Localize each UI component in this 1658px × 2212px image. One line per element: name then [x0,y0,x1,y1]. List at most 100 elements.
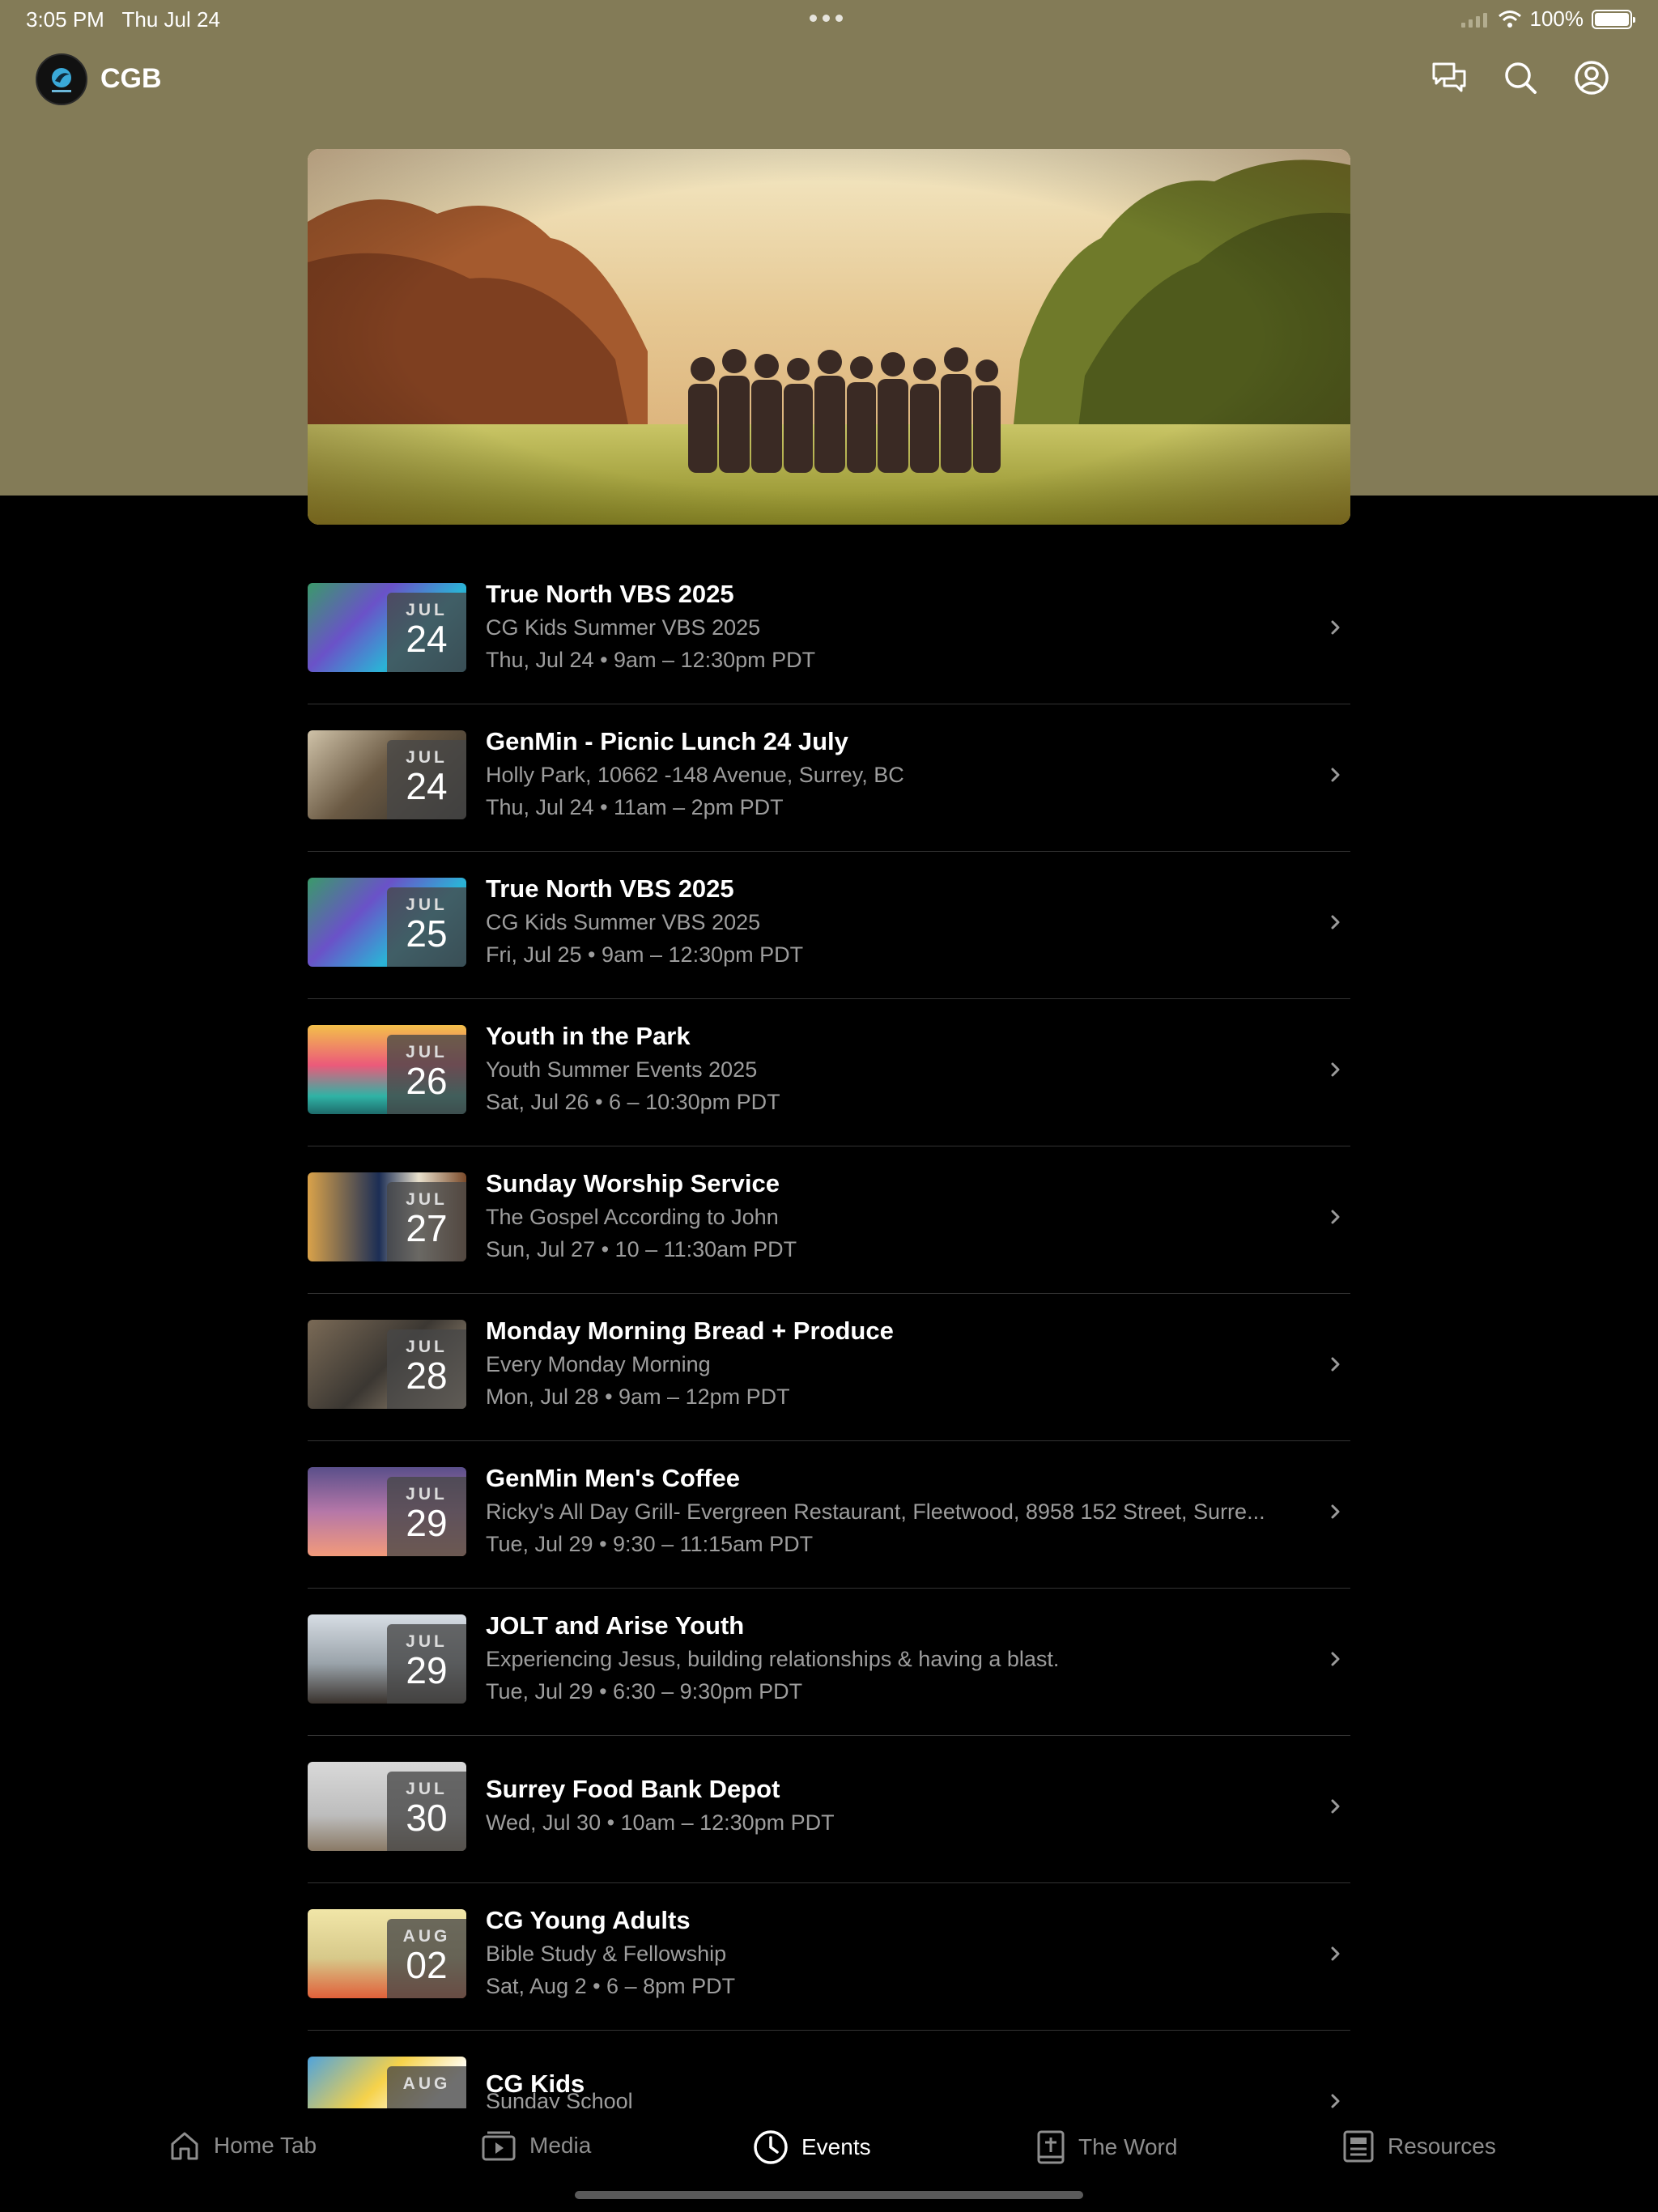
date-day: 24 [406,765,448,807]
profile-icon [1575,61,1609,95]
event-title: CG Young Adults [486,1906,691,1934]
event-thumbnail: JUL 29 [308,1614,466,1704]
event-time: Thu, Jul 24 • 9am – 12:30pm PDT [486,648,816,672]
event-thumbnail: JUL 29 [308,1467,466,1556]
event-subtitle: CG Kids Summer VBS 2025 [486,910,761,934]
tab-label: Home Tab [214,2133,317,2158]
event-time: Tue, Jul 29 • 9:30 – 11:15am PDT [486,1532,814,1556]
event-row[interactable]: JUL 24 True North VBS 2025 CG Kids Summer V… [308,557,1350,704]
event-row[interactable]: JUL 29 JOLT and Arise Youth Experiencing Je… [308,1589,1350,1736]
chat-icon [1432,62,1466,92]
event-time: Fri, Jul 25 • 9am – 12:30pm PDT [486,942,804,967]
event-subtitle: Holly Park, 10662 -148 Avenue, Surrey, B… [486,763,904,787]
clock-icon [754,2130,788,2164]
event-thumbnail: JUL 30 [308,1762,466,1851]
event-thumbnail: JUL 25 [308,878,466,967]
date-badge: JUL 27 [387,1182,466,1261]
event-row[interactable]: JUL 24 GenMin - Picnic Lunch 24 July Holly … [308,704,1350,852]
status-time: 3:05 PM Thu Jul 24 [26,7,220,32]
tab-the-word[interactable]: The Word [1036,2129,1177,2165]
church-logo[interactable] [36,53,87,105]
event-title: Youth in the Park [486,1022,691,1050]
date-badge: JUL 24 [387,740,466,819]
event-thumbnail: JUL 24 [308,583,466,672]
tab-home[interactable]: Home Tab [168,2129,317,2162]
date-badge: JUL 29 [387,1477,466,1556]
event-time: Sat, Aug 2 • 6 – 8pm PDT [486,1974,736,1998]
tab-media[interactable]: Media [481,2129,591,2162]
event-time: Sun, Jul 27 • 10 – 11:30am PDT [486,1237,797,1261]
chat-button[interactable] [1430,58,1469,97]
event-thumbnail: JUL 26 [308,1025,466,1114]
search-button[interactable] [1501,58,1540,97]
event-time: Thu, Jul 24 • 11am – 2pm PDT [486,795,784,819]
tab-resources[interactable]: Resources [1342,2129,1496,2163]
app-header: CGB [0,50,1658,108]
date-day: 29 [406,1502,448,1544]
chevron-right-icon [1331,1210,1340,1224]
event-title: GenMin Men's Coffee [486,1464,740,1492]
event-list: JUL 24 True North VBS 2025 CG Kids Summer V… [308,557,1350,2178]
date-day: 27 [406,1207,448,1249]
tab-events[interactable]: Events [753,2129,871,2165]
date-badge: JUL 24 [387,593,466,672]
date-day: 30 [406,1797,448,1839]
event-subtitle: Every Monday Morning [486,1352,711,1376]
event-subtitle: CG Kids Summer VBS 2025 [486,615,761,640]
battery-icon [1592,9,1635,29]
hero-image [308,149,1350,525]
event-subtitle: Youth Summer Events 2025 [486,1057,758,1082]
event-title: True North VBS 2025 [486,580,734,608]
multitasking-dots[interactable] [810,15,843,22]
tab-bar: Home Tab Media Events The Word Resources [0,2108,1658,2212]
tab-label: Media [529,2133,592,2158]
home-icon [171,2132,198,2160]
event-thumbnail: JUL 24 [308,730,466,819]
event-title: True North VBS 2025 [486,874,734,903]
event-time: Wed, Jul 30 • 10am – 12:30pm PDT [486,1810,835,1835]
event-title: Surrey Food Bank Depot [486,1775,780,1803]
date-badge: JUL 25 [387,887,466,967]
chevron-right-icon [1331,1799,1340,1814]
date-day: 28 [406,1355,448,1397]
event-row[interactable]: AUG 02 CG Young Adults Bible Study & Fellow… [308,1883,1350,2031]
date-day: 02 [406,1944,448,1986]
event-time: Mon, Jul 28 • 9am – 12pm PDT [486,1385,790,1409]
event-subtitle: The Gospel According to John [486,1205,779,1229]
chevron-right-icon [1331,915,1340,929]
chevron-right-icon [1331,1504,1340,1519]
status-bar: 3:05 PM Thu Jul 24 100% [0,0,1658,39]
event-title: Sunday Worship Service [486,1169,780,1197]
event-row[interactable]: JUL 29 GenMin Men's Coffee Ricky's All Day … [308,1441,1350,1589]
date-badge: JUL 29 [387,1624,466,1704]
date-day: 25 [406,912,448,955]
wifi-icon [1498,10,1521,28]
event-time: Sat, Jul 26 • 6 – 10:30pm PDT [486,1090,780,1114]
event-row[interactable]: JUL 25 True North VBS 2025 CG Kids Summer V… [308,852,1350,999]
event-subtitle: Experiencing Jesus, building relationshi… [486,1647,1060,1671]
event-title: Monday Morning Bread + Produce [486,1317,894,1345]
date-day: 26 [406,1060,448,1102]
home-indicator[interactable] [575,2191,1083,2199]
event-row[interactable]: JUL 26 Youth in the Park Youth Summer Event… [308,999,1350,1146]
bible-icon [1037,2130,1065,2164]
event-subtitle: Bible Study & Fellowship [486,1942,727,1966]
chevron-right-icon [1331,768,1340,782]
event-thumbnail: JUL 28 [308,1320,466,1409]
event-row[interactable]: JUL 30 Surrey Food Bank Depot Wed, Jul 30 •… [308,1736,1350,1883]
date-month: AUG [402,2074,451,2093]
chevron-right-icon [1331,1946,1340,1961]
media-icon [482,2131,516,2161]
profile-button[interactable] [1572,58,1611,97]
event-row[interactable]: JUL 27 Sunday Worship Service The Gospel Ac… [308,1146,1350,1294]
event-time: Tue, Jul 29 • 6:30 – 9:30pm PDT [486,1679,803,1704]
search-icon [1505,62,1537,94]
logo-mark-icon [52,68,71,92]
document-icon [1343,2130,1374,2163]
date-day: 24 [406,618,448,660]
event-thumbnail: JUL 27 [308,1172,466,1261]
event-row[interactable]: JUL 28 Monday Morning Bread + Produce Every… [308,1294,1350,1441]
tab-label: The Word [1078,2134,1178,2159]
date-badge: JUL 30 [387,1772,466,1851]
date-badge: AUG 02 [387,1919,466,1998]
